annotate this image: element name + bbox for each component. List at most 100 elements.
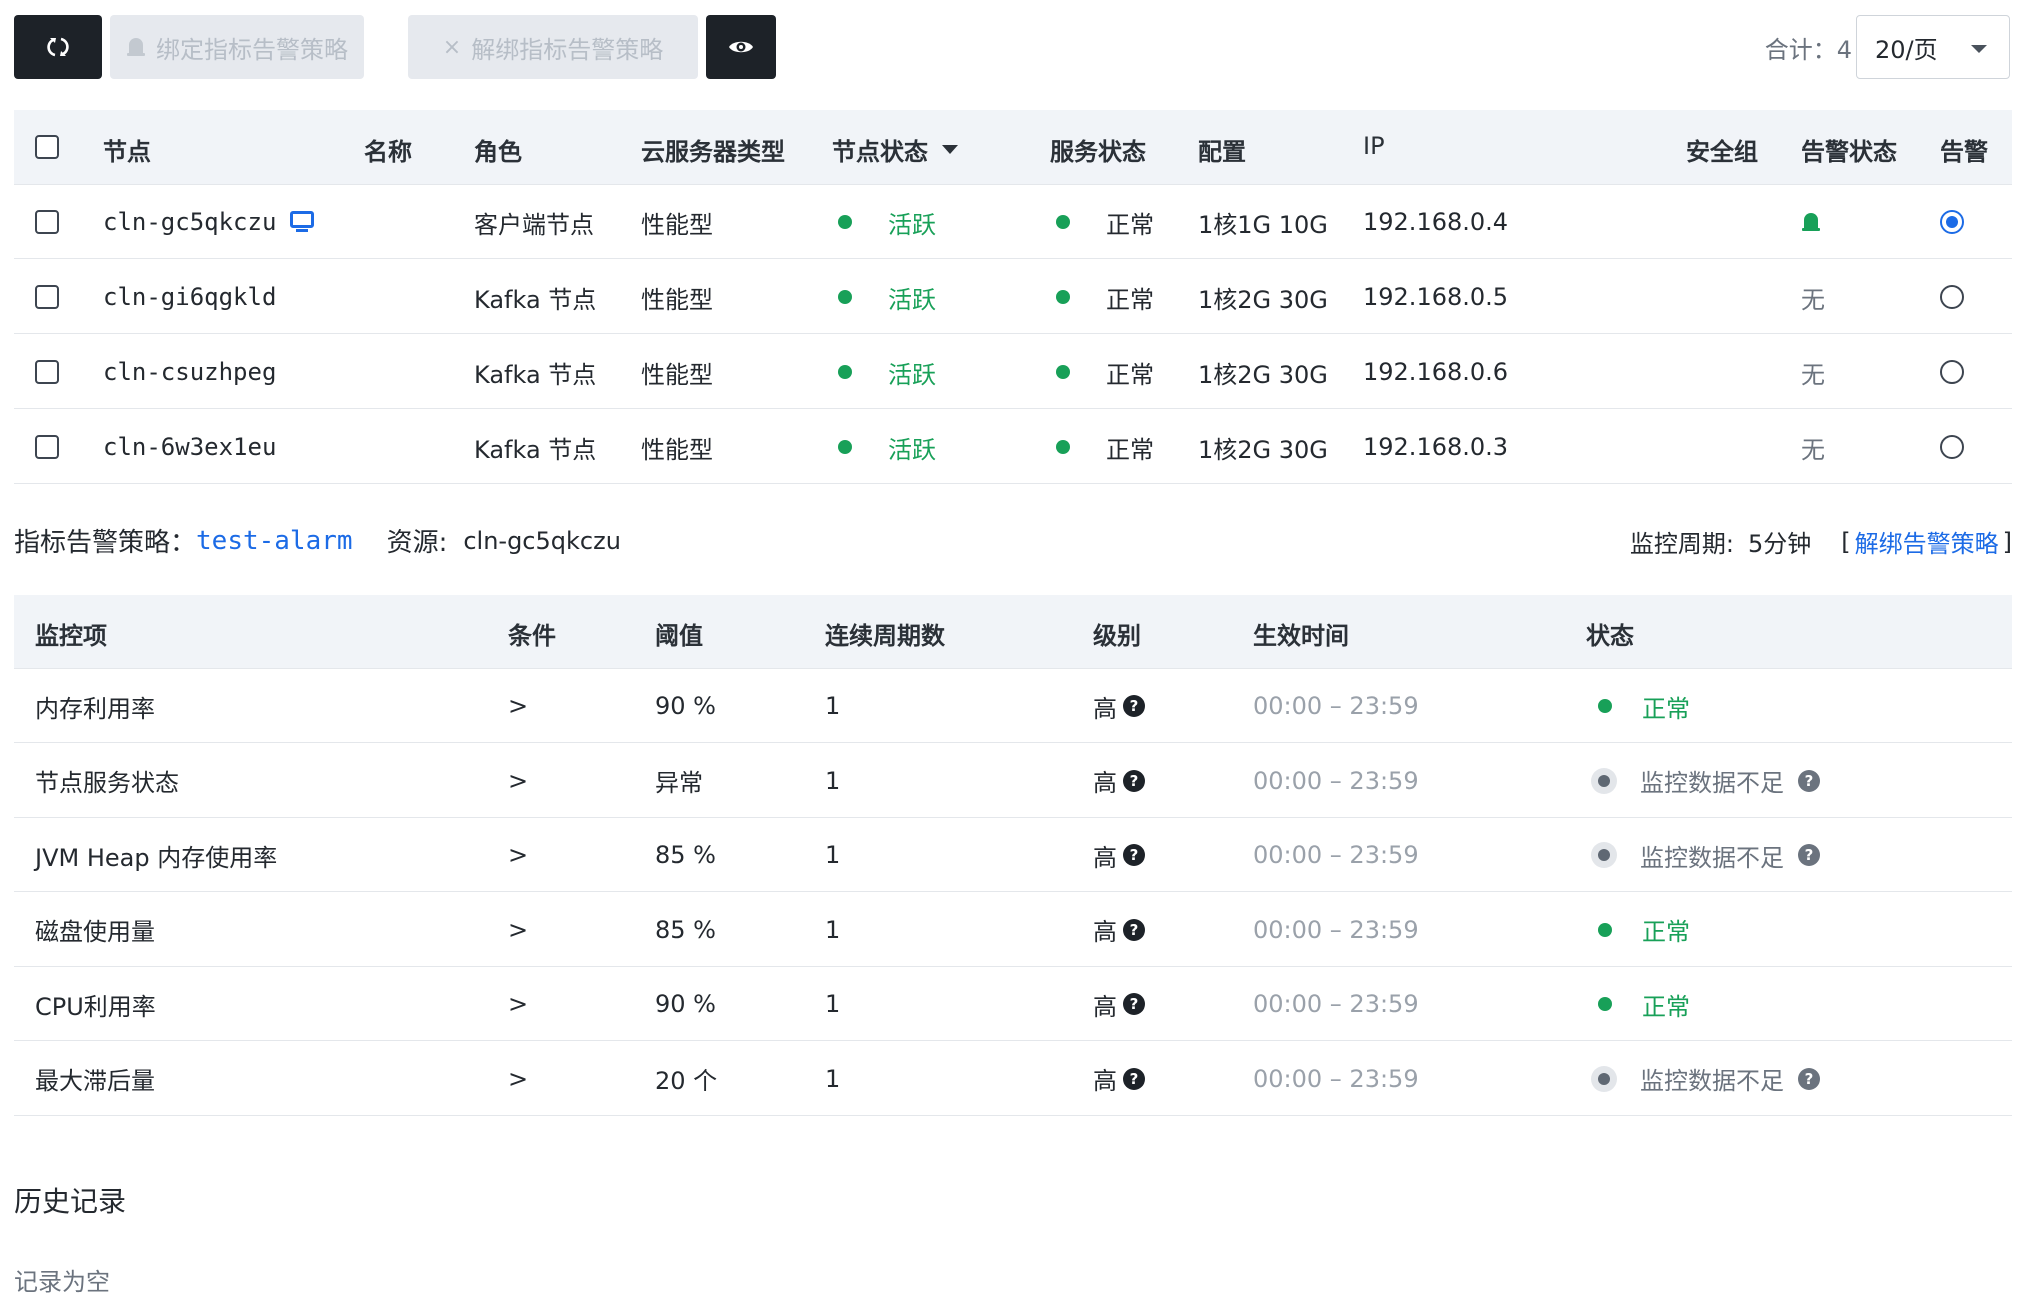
- metric-status: 监控数据不足?: [1598, 744, 1820, 818]
- col-server-type: 云服务器类型: [641, 138, 785, 166]
- node-role: Kafka 节点: [474, 360, 597, 389]
- alarm-status: 无: [1801, 435, 1825, 464]
- status-dot: [1598, 1072, 1610, 1085]
- node-config: 1核2G 30G: [1198, 360, 1328, 389]
- node-id[interactable]: cln-gc5qkczu: [103, 185, 315, 259]
- row-checkbox[interactable]: [35, 285, 59, 309]
- col-condition: 条件: [508, 622, 556, 650]
- alarm-radio[interactable]: [1940, 285, 1964, 309]
- col-ip: IP: [1363, 132, 1385, 160]
- col-alarm: 告警: [1940, 138, 1988, 166]
- eye-icon: [729, 41, 753, 53]
- help-icon[interactable]: ?: [1123, 918, 1145, 941]
- node-ip: 192.168.0.6: [1363, 358, 1509, 386]
- metric-condition: >: [508, 692, 529, 720]
- col-node: 节点: [103, 138, 151, 166]
- col-threshold: 阈值: [655, 622, 703, 650]
- col-security-group: 安全组: [1686, 138, 1758, 166]
- policy-actions: 监控周期: 5分钟 [ 解绑告警策略 ]: [1630, 524, 2012, 559]
- refresh-button[interactable]: [14, 15, 102, 79]
- metric-periods: 1: [825, 692, 841, 720]
- metric-item: 节点服务状态: [35, 769, 179, 797]
- metric-item: JVM Heap 内存使用率: [35, 843, 278, 872]
- policy-name-link[interactable]: test-alarm: [196, 526, 353, 556]
- filter-caret-icon[interactable]: [942, 145, 958, 154]
- alarm-status: [1801, 185, 1821, 259]
- view-button[interactable]: [706, 15, 776, 79]
- node-status: 活跃: [838, 185, 936, 259]
- node-row[interactable]: cln-csuzhpeg Kafka 节点 性能型 活跃 正常 1核2G 30G…: [14, 335, 2012, 409]
- status-dot: [1598, 849, 1610, 861]
- status-dot: [838, 365, 852, 379]
- alarm-status: 无: [1801, 285, 1825, 314]
- status-dot: [1598, 699, 1612, 713]
- metric-row: 内存利用率 >90 % 1 高? 00:00 – 23:59 正常: [14, 669, 2012, 743]
- policy-info: 指标告警策略： test-alarm 资源: cln-gc5qkczu: [14, 522, 621, 559]
- bracket-close: ]: [2002, 527, 2012, 556]
- metric-status: 正常: [1598, 967, 1690, 1041]
- resource-value: cln-gc5qkczu: [463, 526, 621, 555]
- node-ip: 192.168.0.4: [1363, 208, 1509, 236]
- node-ip: 192.168.0.3: [1363, 433, 1509, 461]
- service-status: 正常: [1056, 410, 1154, 484]
- row-checkbox[interactable]: [35, 210, 59, 234]
- node-server-type: 性能型: [641, 210, 713, 239]
- node-server-type: 性能型: [641, 435, 713, 464]
- unbind-policy-link[interactable]: 解绑告警策略: [1855, 524, 1999, 559]
- node-status: 活跃: [838, 335, 936, 409]
- alarm-radio[interactable]: [1940, 360, 1964, 384]
- metric-row: 节点服务状态 > 异常 1 高? 00:00 – 23:59 监控数据不足?: [14, 744, 2012, 818]
- metric-threshold: 85 %: [655, 915, 716, 944]
- metric-item: 内存利用率: [35, 694, 155, 723]
- node-row[interactable]: cln-gc5qkczu 客户端节点 性能型 活跃 正常 1核1G 10G 19…: [14, 185, 2012, 259]
- select-all-checkbox[interactable]: [35, 135, 59, 159]
- metric-threshold: 异常: [655, 769, 703, 797]
- col-effective-time: 生效时间: [1253, 622, 1349, 650]
- help-icon[interactable]: ?: [1798, 1067, 1820, 1090]
- alarm-radio[interactable]: [1940, 435, 1964, 459]
- alarm-status: 无: [1801, 360, 1825, 389]
- status-dot: [1598, 774, 1610, 787]
- metric-effective-time: 00:00 – 23:59: [1253, 915, 1419, 944]
- help-icon[interactable]: ?: [1123, 1067, 1145, 1090]
- service-status: 正常: [1056, 335, 1154, 409]
- col-name: 名称: [364, 138, 412, 166]
- help-icon[interactable]: ?: [1123, 695, 1145, 717]
- status-dot: [1598, 922, 1612, 937]
- alarm-bell-icon: [127, 38, 145, 56]
- help-icon[interactable]: ?: [1798, 769, 1820, 792]
- node-role: Kafka 节点: [474, 285, 597, 314]
- page-size-select[interactable]: 20/页: [1856, 15, 2010, 79]
- node-row[interactable]: cln-6w3ex1eu Kafka 节点 性能型 活跃 正常 1核2G 30G…: [14, 410, 2012, 484]
- row-checkbox[interactable]: [35, 435, 59, 459]
- status-dot: [1056, 365, 1070, 379]
- col-alarm-status: 告警状态: [1801, 138, 1897, 166]
- metric-effective-time: 00:00 – 23:59: [1253, 990, 1419, 1018]
- col-status: 状态: [1586, 622, 1634, 650]
- unbind-alarm-policy-button[interactable]: × 解绑指标告警策略: [408, 15, 698, 79]
- node-id[interactable]: cln-6w3ex1eu: [103, 410, 276, 484]
- metrics-table-header: 监控项 条件 阈值 连续周期数 级别 生效时间 状态: [14, 595, 2012, 669]
- metric-row: 最大滞后量 >20 个 1 高? 00:00 – 23:59 监控数据不足?: [14, 1042, 2012, 1116]
- help-icon[interactable]: ?: [1123, 844, 1145, 866]
- bind-alarm-policy-button[interactable]: 绑定指标告警策略: [110, 15, 364, 79]
- period-label: 监控周期:: [1629, 530, 1734, 558]
- col-node-status[interactable]: 节点状态: [832, 132, 958, 167]
- node-id[interactable]: cln-csuzhpeg: [103, 335, 276, 409]
- node-id-text: cln-gc5qkczu: [103, 208, 277, 236]
- node-id[interactable]: cln-gi6qgkld: [103, 260, 276, 334]
- row-checkbox[interactable]: [35, 360, 59, 384]
- bind-alarm-policy-label: 绑定指标告警策略: [156, 35, 348, 64]
- help-icon[interactable]: ?: [1123, 993, 1145, 1015]
- nodes-table-header: 节点 名称 角色 云服务器类型 节点状态 服务状态 配置 IP 安全组 告警状态…: [14, 110, 2012, 185]
- metric-status: 正常: [1598, 669, 1690, 743]
- metric-threshold: 90 %: [655, 692, 716, 720]
- metric-level: 高?: [1093, 744, 1145, 818]
- alarm-radio[interactable]: [1940, 210, 1964, 234]
- service-status: 正常: [1056, 185, 1154, 259]
- help-icon[interactable]: ?: [1798, 844, 1820, 866]
- node-row[interactable]: cln-gi6qgkld Kafka 节点 性能型 活跃 正常 1核2G 30G…: [14, 260, 2012, 334]
- period-value: 5分钟: [1747, 530, 1812, 558]
- help-icon[interactable]: ?: [1123, 769, 1145, 792]
- node-server-type: 性能型: [641, 285, 713, 314]
